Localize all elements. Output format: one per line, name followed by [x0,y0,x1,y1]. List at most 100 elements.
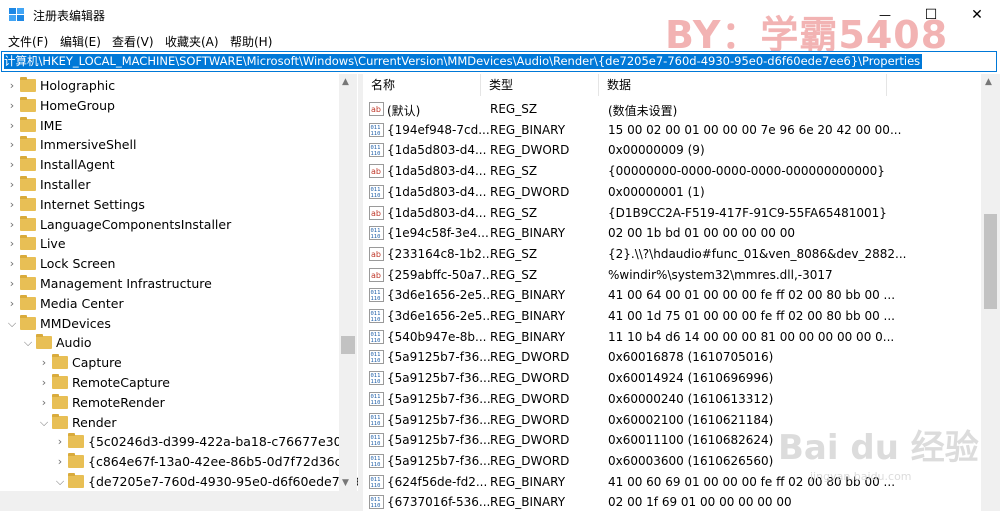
tree-item[interactable]: ⌵ Audio [0,333,340,353]
regedit-app-icon [9,8,25,22]
list-item[interactable]: 011 110 {194ef948-7cd... REG_BINARY 15 00 02… [363,120,983,140]
value-type: REG_DWORD [490,453,570,468]
scroll-down-icon[interactable]: ▼ [342,478,349,488]
chevron-right-icon[interactable]: › [6,79,18,93]
list-item[interactable]: 011 110 {5a9125b7-f36... REG_DWORD 0x6000024… [363,389,983,409]
list-item[interactable]: 011 110 {3d6e1656-2e5... REG_BINARY 41 00 64… [363,285,983,305]
svg-text:ab: ab [371,250,381,259]
tree-item[interactable]: › IME [0,116,340,136]
address-path[interactable]: 计算机\HKEY_LOCAL_MACHINE\SOFTWARE\Microsof… [4,54,923,69]
list-item[interactable]: ab (默认) REG_SZ (数值未设置) [363,99,983,119]
chevron-right-icon[interactable]: › [6,237,18,251]
value-name: {5a9125b7-f36... [387,433,491,448]
tree-item[interactable]: › Live [0,234,340,254]
close-button[interactable]: ✕ [954,0,1000,30]
chevron-right-icon[interactable]: › [38,396,50,410]
tree-item-label: Management Infrastructure [40,276,212,291]
tree-item[interactable]: › {c864e67f-13a0-42ee-86b5-0d7f72d36c8b} [0,452,358,472]
tree-item[interactable]: ⌵ MMDevices [0,314,340,334]
chevron-right-icon[interactable]: › [6,277,18,291]
value-name: {194ef948-7cd... [387,122,490,137]
scroll-up-icon[interactable]: ▲ [342,77,349,87]
chevron-down-icon[interactable]: ⌵ [38,416,50,430]
value-name: {1da5d803-d4... [387,184,487,199]
tree-item[interactable]: › Lock Screen [0,254,340,274]
list-item[interactable]: 011 110 {6737016f-536... REG_BINARY 02 00 1f… [363,492,983,511]
chevron-right-icon[interactable]: › [38,356,50,370]
tree-scroll-thumb[interactable] [341,336,355,354]
tree-item[interactable]: › Management Infrastructure [0,274,340,294]
tree-item[interactable]: › Holographic [0,76,340,96]
chevron-right-icon[interactable]: › [54,435,66,449]
tree-item[interactable]: › Installer [0,175,340,195]
menu-view[interactable]: 查看(V) [112,33,154,50]
list-item[interactable]: 011 110 {540b947e-8b... REG_BINARY 11 10 b4 … [363,327,983,347]
column-header-data[interactable]: 数据 [599,74,887,96]
value-type: REG_SZ [490,102,538,116]
chevron-down-icon[interactable]: ⌵ [22,336,34,350]
svg-text:110: 110 [371,338,381,344]
tree-item-label: Installer [40,177,91,192]
tree-item[interactable]: › Media Center [0,294,340,314]
tree-item[interactable]: ⌵ Render [0,413,340,433]
list-item[interactable]: 011 110 {5a9125b7-f36... REG_DWORD 0x6001687… [363,347,983,367]
list-vertical-scrollbar[interactable]: ▲ [981,74,1000,511]
registry-tree[interactable]: › Holographic › HomeGroup › IME › ImmersiveShel… [0,74,358,511]
list-item[interactable]: 011 110 {1e94c58f-3e4... REG_BINARY 02 00 1b… [363,223,983,243]
tree-item[interactable]: › HomeGroup [0,96,340,116]
list-item[interactable]: ab {259abffc-50a7... REG_SZ %windir%\system… [363,265,983,285]
menu-favorites[interactable]: 收藏夹(A) [165,33,219,50]
list-item[interactable]: ab {233164c8-1b2... REG_SZ {2}.\\?\hdaudio#… [363,244,983,264]
tree-item[interactable]: › {5c0246d3-d399-422a-ba18-c76677e308b0} [0,432,358,452]
tree-item[interactable]: › ImmersiveShell [0,135,340,155]
column-header-name[interactable]: 名称 [363,74,481,96]
list-item[interactable]: ab {1da5d803-d4... REG_SZ {D1B9CC2A-F519-41… [363,203,983,223]
tree-item[interactable]: › Capture [0,353,340,373]
svg-text:ab: ab [371,271,381,280]
tree-item[interactable]: › RemoteRender [0,393,340,413]
chevron-right-icon[interactable]: › [6,99,18,113]
tree-item-label: Holographic [40,78,116,93]
menu-bar: 文件(F) 编辑(E) 查看(V) 收藏夹(A) 帮助(H) [0,30,1000,50]
chevron-right-icon[interactable]: › [6,138,18,152]
binary-value-icon: 011 110 [369,226,384,241]
tree-item[interactable]: › InstallAgent [0,155,340,175]
chevron-right-icon[interactable]: › [6,297,18,311]
menu-help[interactable]: 帮助(H) [230,33,272,50]
tree-horizontal-scrollbar[interactable] [0,491,358,511]
list-scroll-thumb[interactable] [984,214,997,309]
tree-item[interactable]: › RemoteCapture [0,373,340,393]
chevron-right-icon[interactable]: › [6,198,18,212]
chevron-right-icon[interactable]: › [54,455,66,469]
list-item[interactable]: 011 110 {3d6e1656-2e5... REG_BINARY 41 00 1d… [363,306,983,326]
list-item[interactable]: 011 110 {1da5d803-d4... REG_DWORD 0x00000009… [363,140,983,160]
chevron-right-icon[interactable]: › [6,119,18,133]
address-bar[interactable]: 计算机\HKEY_LOCAL_MACHINE\SOFTWARE\Microsof… [1,51,997,72]
menu-file[interactable]: 文件(F) [8,33,48,50]
scroll-up-icon[interactable]: ▲ [985,77,992,87]
value-name: {1da5d803-d4... [387,143,487,158]
minimize-button[interactable]: — [862,0,908,30]
binary-value-icon: 011 110 [369,495,384,510]
tree-item-label: HomeGroup [40,97,115,113]
tree-vertical-scrollbar[interactable]: ▲ ▼ [339,74,357,492]
tree-item-label: InstallAgent [40,157,115,173]
list-item[interactable]: 011 110 {1da5d803-d4... REG_DWORD 0x00000001… [363,182,983,202]
menu-edit[interactable]: 编辑(E) [60,33,101,50]
chevron-right-icon[interactable]: › [6,257,18,271]
maximize-button[interactable]: ☐ [908,0,954,30]
tree-item[interactable]: ⌵ {de7205e7-760d-4930-95e0-d6f60ede7ee6} [0,472,358,492]
list-item[interactable]: 011 110 {5a9125b7-f36... REG_DWORD 0x6001492… [363,368,983,388]
chevron-right-icon[interactable]: › [6,218,18,232]
chevron-down-icon[interactable]: ⌵ [54,475,66,489]
chevron-right-icon[interactable]: › [6,178,18,192]
folder-icon [20,275,36,290]
column-header-type[interactable]: 类型 [481,74,599,96]
tree-item[interactable]: › LanguageComponentsInstaller [0,215,340,235]
list-item[interactable]: ab {1da5d803-d4... REG_SZ {00000000-0000-00… [363,161,983,181]
chevron-down-icon[interactable]: ⌵ [6,317,18,331]
chevron-right-icon[interactable]: › [38,376,50,390]
tree-item[interactable]: › Internet Settings [0,195,340,215]
svg-text:110: 110 [371,400,381,406]
chevron-right-icon[interactable]: › [6,158,18,172]
